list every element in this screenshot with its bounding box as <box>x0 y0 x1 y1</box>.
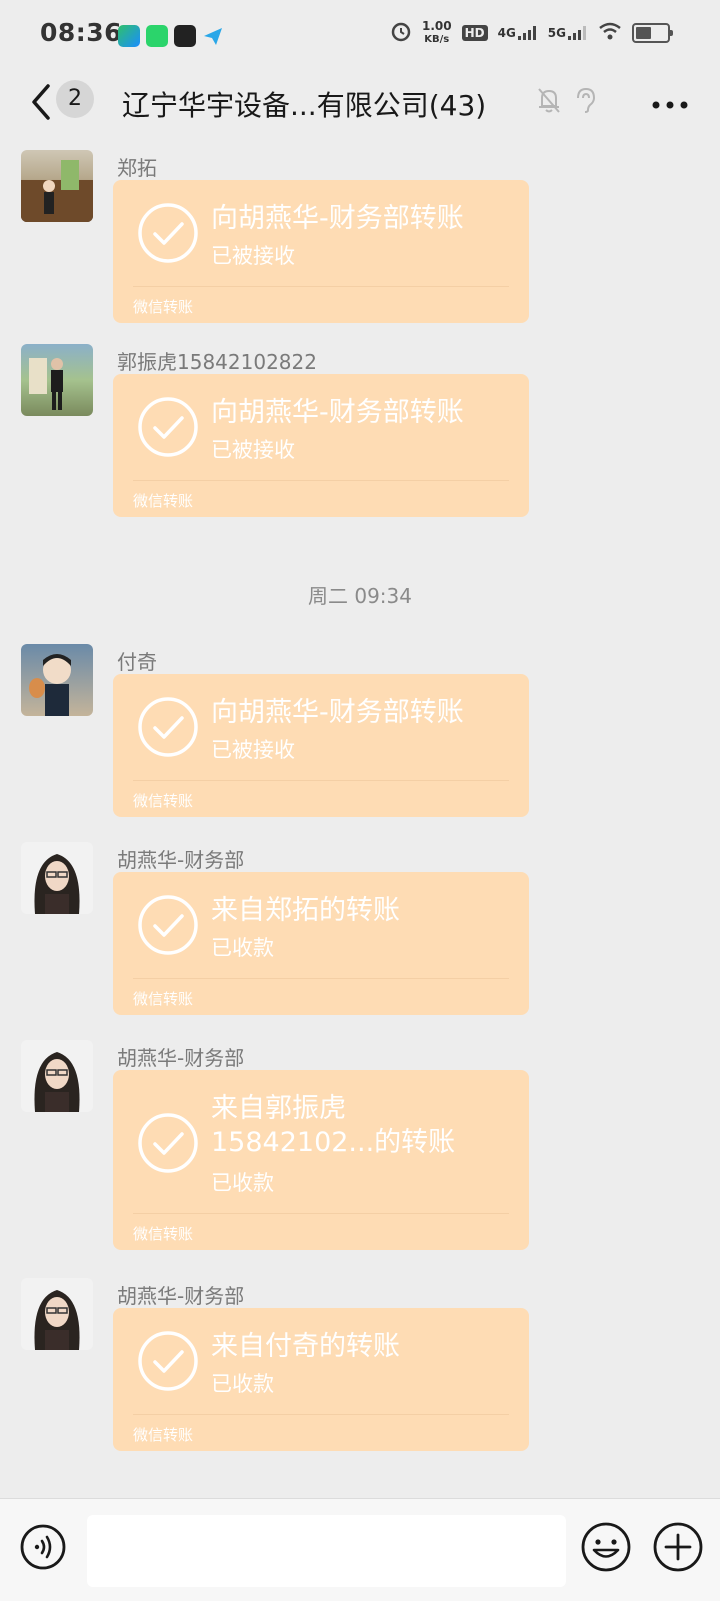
sender-name: 郭振虎15842102822 <box>117 350 317 374</box>
check-circle-icon <box>138 1331 198 1391</box>
more-dots-icon <box>652 101 688 109</box>
card-divider <box>133 1213 509 1214</box>
voice-input-button[interactable] <box>19 1523 67 1571</box>
speed-value: 1.00 <box>421 19 452 33</box>
transfer-card[interactable]: 来自郑拓的转账 已收款 微信转账 <box>113 872 529 1015</box>
alarm-icon <box>390 20 412 46</box>
avatar[interactable] <box>21 344 93 416</box>
transfer-footer: 微信转账 <box>133 990 194 1008</box>
chevron-left-icon <box>32 84 50 120</box>
status-bar: 08:36 1.00 KB/s HD 4G 5G <box>0 0 720 70</box>
avatar[interactable] <box>21 1278 93 1350</box>
net-4g-label: 4G <box>497 26 516 40</box>
transfer-title: 来自付奇的转账 <box>211 1331 400 1362</box>
speed-unit: KB/s <box>424 34 450 45</box>
sender-name: 胡燕华-财务部 <box>117 1284 245 1308</box>
sender-name: 胡燕华-财务部 <box>117 1046 245 1070</box>
time-divider: 周二 09:34 <box>308 584 412 608</box>
transfer-footer: 微信转账 <box>133 1426 194 1444</box>
transfer-title: 向胡燕华-财务部转账 <box>211 397 464 428</box>
transfer-card[interactable]: 来自付奇的转账 已收款 微信转账 <box>113 1308 529 1451</box>
check-circle-icon <box>138 1113 198 1173</box>
sender-name: 付奇 <box>117 650 157 674</box>
signal-5g-icon: 5G <box>548 26 588 40</box>
transfer-card[interactable]: 来自郭振虎15842102...的转账 已收款 微信转账 <box>113 1070 529 1250</box>
video-app-icon <box>118 25 140 47</box>
unread-count-badge[interactable]: 2 <box>56 80 94 118</box>
avatar[interactable] <box>21 1040 93 1112</box>
check-circle-icon <box>138 697 198 757</box>
transfer-title: 来自郭振虎15842102...的转账 <box>211 1093 456 1158</box>
transfer-title: 来自郑拓的转账 <box>211 895 400 926</box>
transfer-title: 向胡燕华-财务部转账 <box>211 203 464 234</box>
more-options-button[interactable] <box>650 96 690 109</box>
card-divider <box>133 978 509 979</box>
transfer-status: 已被接收 <box>211 244 295 268</box>
net-5g-label: 5G <box>547 26 566 40</box>
transfer-card[interactable]: 向胡燕华-财务部转账 已被接收 微信转账 <box>113 180 529 323</box>
check-circle-icon <box>138 895 198 955</box>
transfer-footer: 微信转账 <box>133 298 194 316</box>
status-app-icons <box>118 25 224 51</box>
transfer-footer: 微信转账 <box>133 492 194 510</box>
card-divider <box>133 480 509 481</box>
check-circle-icon <box>138 203 198 263</box>
message-input[interactable] <box>87 1515 566 1587</box>
transfer-footer: 微信转账 <box>133 792 194 810</box>
transfer-card[interactable]: 向胡燕华-财务部转账 已被接收 微信转账 <box>113 674 529 817</box>
transfer-status: 已收款 <box>211 1171 274 1195</box>
card-divider <box>133 286 509 287</box>
check-circle-icon <box>138 397 198 457</box>
zhaopin-app-icon <box>174 25 196 47</box>
hd-badge: HD <box>461 25 488 41</box>
plus-circle-icon <box>653 1522 703 1572</box>
iqiyi-app-icon <box>146 25 168 47</box>
sender-name: 胡燕华-财务部 <box>117 848 245 872</box>
voice-icon <box>20 1524 66 1570</box>
transfer-title: 向胡燕华-财务部转账 <box>211 697 464 728</box>
transfer-status: 已被接收 <box>211 438 295 462</box>
card-divider <box>133 780 509 781</box>
transfer-status: 已被接收 <box>211 738 295 762</box>
avatar[interactable] <box>21 150 93 222</box>
transfer-card[interactable]: 向胡燕华-财务部转账 已被接收 微信转账 <box>113 374 529 517</box>
transfer-status: 已收款 <box>211 1372 274 1396</box>
network-speed: 1.00 KB/s <box>422 20 452 46</box>
sender-name: 郑拓 <box>117 156 157 180</box>
transfer-status: 已收款 <box>211 936 274 960</box>
battery-icon <box>632 23 673 43</box>
avatar[interactable] <box>21 644 93 716</box>
card-divider <box>133 1414 509 1415</box>
chat-title[interactable]: 辽宁华宇设备...有限公司(43) <box>122 84 486 124</box>
paper-plane-icon <box>202 25 224 51</box>
transfer-footer: 微信转账 <box>133 1225 194 1243</box>
status-time: 08:36 <box>40 18 123 47</box>
more-functions-button[interactable] <box>652 1521 704 1573</box>
input-bar <box>0 1498 720 1601</box>
emoji-smile-icon <box>581 1522 631 1572</box>
status-indicators: 1.00 KB/s HD 4G 5G <box>390 20 673 46</box>
mute-bell-icon <box>536 86 562 118</box>
wifi-icon <box>598 22 622 44</box>
avatar[interactable] <box>21 842 93 914</box>
signal-4g-icon: 4G <box>498 26 538 40</box>
emoji-button[interactable] <box>580 1521 632 1573</box>
earpiece-icon <box>574 86 598 118</box>
